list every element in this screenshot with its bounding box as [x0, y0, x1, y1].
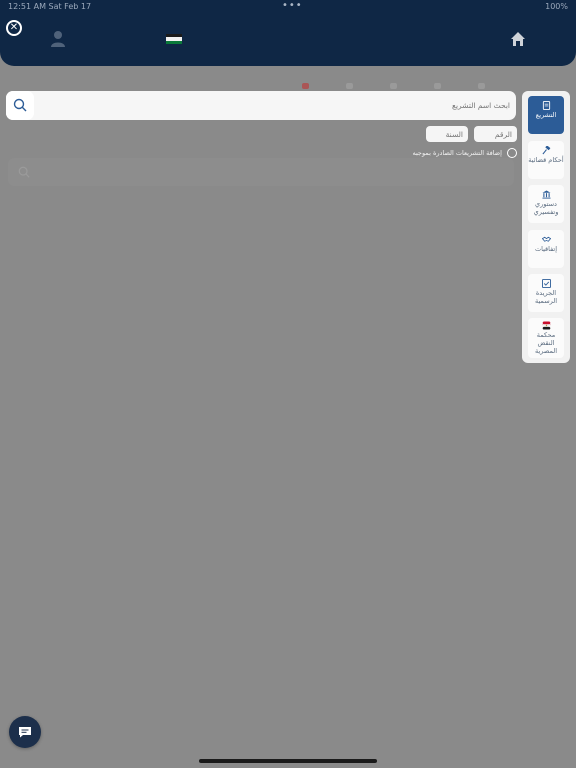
handshake-icon	[541, 236, 551, 242]
include-related-radio[interactable]	[507, 148, 517, 158]
sidebar-item-label: الجريدة الرسمية	[534, 289, 558, 305]
institution-icon	[541, 190, 551, 199]
number-field[interactable]	[474, 126, 517, 142]
search-icon	[13, 98, 27, 112]
chat-button[interactable]	[9, 716, 41, 748]
status-bar: 12:51 AM Sat Feb 17 ••• 100%	[8, 0, 568, 12]
battery-status: 100%	[545, 2, 568, 11]
home-indicator[interactable]	[199, 759, 377, 763]
home-icon[interactable]	[510, 31, 526, 47]
category-sidebar: التشريع أحكام قضائية دستوري وتفسيري إتفا…	[522, 91, 570, 363]
chat-icon	[19, 727, 31, 738]
multitasking-dots-icon[interactable]: •••	[282, 0, 303, 11]
search-bar	[6, 91, 516, 120]
sidebar-item-agreements[interactable]: إتفاقيات	[528, 230, 564, 268]
sidebar-item-label: التشريع	[535, 111, 557, 119]
sidebar-item-legislation[interactable]: التشريع	[528, 96, 564, 134]
gavel-icon	[541, 146, 550, 155]
search-icon	[18, 166, 30, 178]
year-field[interactable]	[426, 126, 468, 142]
sidebar-item-label: دستوري وتفسيري	[533, 200, 559, 216]
sidebar-item-constitutional[interactable]: دستوري وتفسيري	[528, 185, 564, 223]
search-input[interactable]	[38, 95, 510, 116]
sidebar-item-label: أحكام قضائية	[528, 156, 564, 164]
legislation-icon	[542, 101, 550, 110]
egypt-flag-icon	[541, 321, 551, 330]
status-time: 12:51 AM Sat Feb 17	[8, 2, 92, 11]
close-icon: ✕	[9, 22, 19, 33]
close-button[interactable]: ✕	[6, 20, 22, 36]
sidebar-item-label: محكمة النقض المصرية	[534, 331, 558, 355]
user-icon[interactable]	[50, 30, 66, 48]
sidebar-item-label: إتفاقيات	[534, 245, 558, 253]
include-related-label: إضافة التشريعات الصادرة بموجبه	[412, 149, 502, 157]
search-button[interactable]	[6, 91, 34, 120]
sidebar-item-gazette[interactable]: الجريدة الرسمية	[528, 274, 564, 312]
background-search-field	[8, 158, 514, 186]
sidebar-item-egypt-cassation[interactable]: محكمة النقض المصرية	[528, 318, 564, 358]
sidebar-item-judgments[interactable]: أحكام قضائية	[528, 141, 564, 179]
toolbar-strip	[0, 66, 576, 89]
gazette-icon	[541, 279, 551, 288]
jordan-flag-icon	[166, 34, 182, 44]
app-header: 12:51 AM Sat Feb 17 ••• 100% ✕	[0, 0, 576, 66]
